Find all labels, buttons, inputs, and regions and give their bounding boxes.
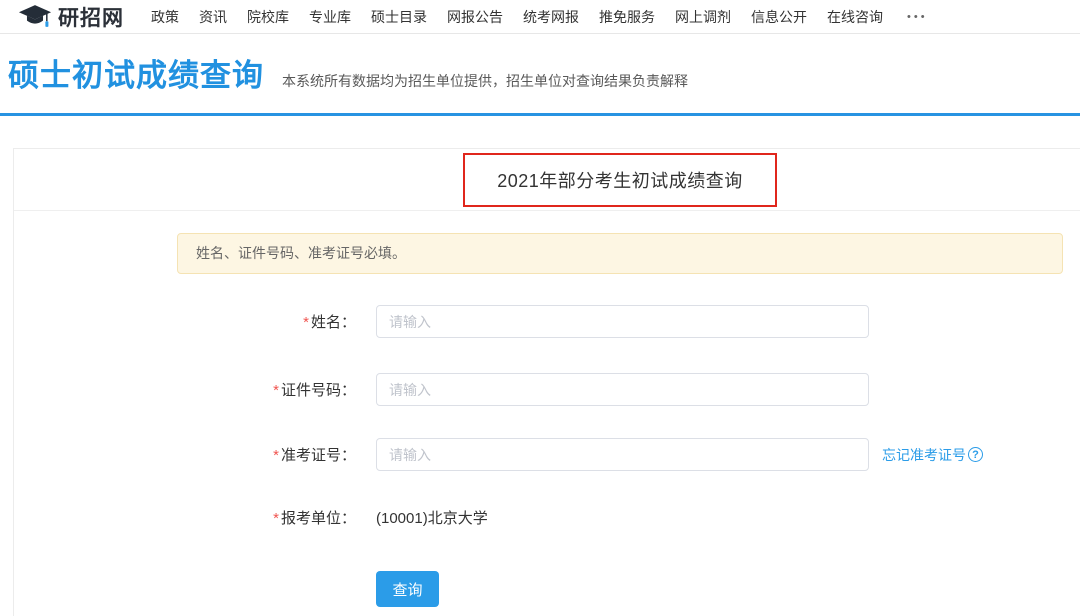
required-marker: * <box>273 510 279 527</box>
red-annotation-box: 2021年部分考生初试成绩查询 <box>463 153 777 207</box>
nav-item-info-disclosure[interactable]: 信息公开 <box>751 7 807 27</box>
unit-label: *报考单位： <box>14 507 356 528</box>
name-input[interactable] <box>376 305 869 338</box>
form-row-id-number: *证件号码： <box>14 373 1080 406</box>
required-fields-alert: 姓名、证件号码、准考证号必填。 <box>177 233 1063 274</box>
unit-value: (10001)北京大学 <box>376 507 488 528</box>
admission-ticket-input[interactable] <box>376 438 869 471</box>
nav-item-college-library[interactable]: 院校库 <box>247 7 289 27</box>
logo-text: 研招网 <box>58 2 124 32</box>
page-header: 硕士初试成绩查询 本系统所有数据均为招生单位提供，招生单位对查询结果负责解释 <box>0 34 1080 96</box>
page-title: 硕士初试成绩查询 <box>8 56 264 96</box>
forget-ticket-link[interactable]: 忘记准考证号? <box>882 445 983 465</box>
form-row-admission-ticket: *准考证号： 忘记准考证号? <box>14 438 1080 471</box>
nav-item-online-report-notice[interactable]: 网报公告 <box>447 7 503 27</box>
score-query-panel: 2021年部分考生初试成绩查询 姓名、证件号码、准考证号必填。 *姓名： *证件… <box>13 148 1080 616</box>
name-label: *姓名： <box>14 311 356 332</box>
site-logo[interactable]: 研招网 <box>18 2 137 32</box>
blue-divider <box>0 113 1080 116</box>
nav-item-news[interactable]: 资讯 <box>199 7 227 27</box>
required-marker: * <box>303 314 309 331</box>
page-subtitle: 本系统所有数据均为招生单位提供，招生单位对查询结果负责解释 <box>282 71 688 91</box>
id-number-label: *证件号码： <box>14 379 356 400</box>
panel-header: 2021年部分考生初试成绩查询 <box>14 149 1080 211</box>
top-navigation: 研招网 政策 资讯 院校库 专业库 硕士目录 网报公告 统考网报 推免服务 网上… <box>0 0 1080 34</box>
nav-more-icon[interactable]: ••• <box>903 11 928 23</box>
nav-item-online-consult[interactable]: 在线咨询 <box>827 7 883 27</box>
panel-title: 2021年部分考生初试成绩查询 <box>497 167 743 193</box>
nav-menu: 政策 资讯 院校库 专业库 硕士目录 网报公告 统考网报 推免服务 网上调剂 信… <box>151 7 928 27</box>
nav-item-master-catalog[interactable]: 硕士目录 <box>371 7 427 27</box>
graduation-cap-icon <box>18 4 58 29</box>
submit-row: 查询 <box>376 571 1080 607</box>
required-marker: * <box>273 447 279 464</box>
nav-item-policy[interactable]: 政策 <box>151 7 179 27</box>
id-number-input[interactable] <box>376 373 869 406</box>
nav-item-unified-exam-report[interactable]: 统考网报 <box>523 7 579 27</box>
admission-ticket-label: *准考证号： <box>14 444 356 465</box>
nav-item-exemption-service[interactable]: 推免服务 <box>599 7 655 27</box>
form-row-name: *姓名： <box>14 305 1080 338</box>
query-button[interactable]: 查询 <box>376 571 439 607</box>
help-icon[interactable]: ? <box>968 447 983 462</box>
nav-item-online-adjustment[interactable]: 网上调剂 <box>675 7 731 27</box>
form-row-unit: *报考单位： (10001)北京大学 <box>14 507 1080 528</box>
nav-item-major-library[interactable]: 专业库 <box>309 7 351 27</box>
required-marker: * <box>273 382 279 399</box>
